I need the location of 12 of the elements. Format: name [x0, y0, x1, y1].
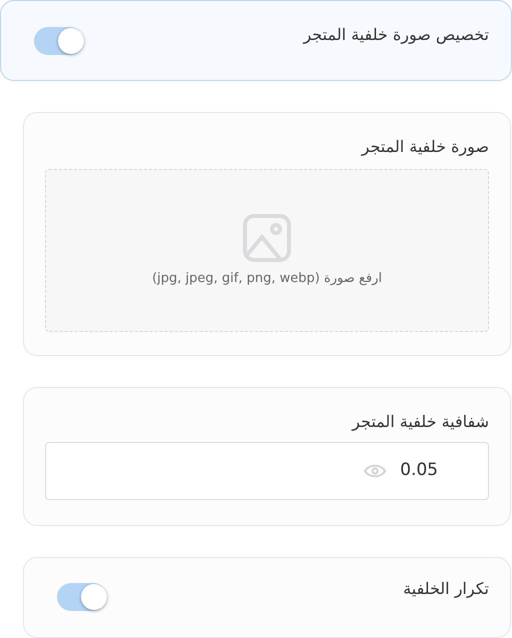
eye-icon [364, 464, 386, 478]
toggle-switch[interactable] [57, 583, 107, 611]
setting-label: صورة خلفية المتجر [360, 136, 489, 158]
toggle-switch[interactable] [34, 27, 84, 55]
image-icon [242, 212, 292, 263]
setting-label: شفافية خلفية المتجر [350, 411, 489, 433]
upload-hint: ارفع صورة (jpg, jpeg, gif, png, webp) [152, 270, 382, 288]
setting-label: تكرار الخلفية [403, 578, 489, 600]
upload-area[interactable]: ارفع صورة (jpg, jpeg, gif, png, webp) [45, 169, 489, 332]
field-value: 0.05 [400, 459, 438, 482]
setting-label: تخصيص صورة خلفية المتجر [303, 24, 489, 46]
input-field[interactable]: 0.05 [45, 442, 489, 500]
